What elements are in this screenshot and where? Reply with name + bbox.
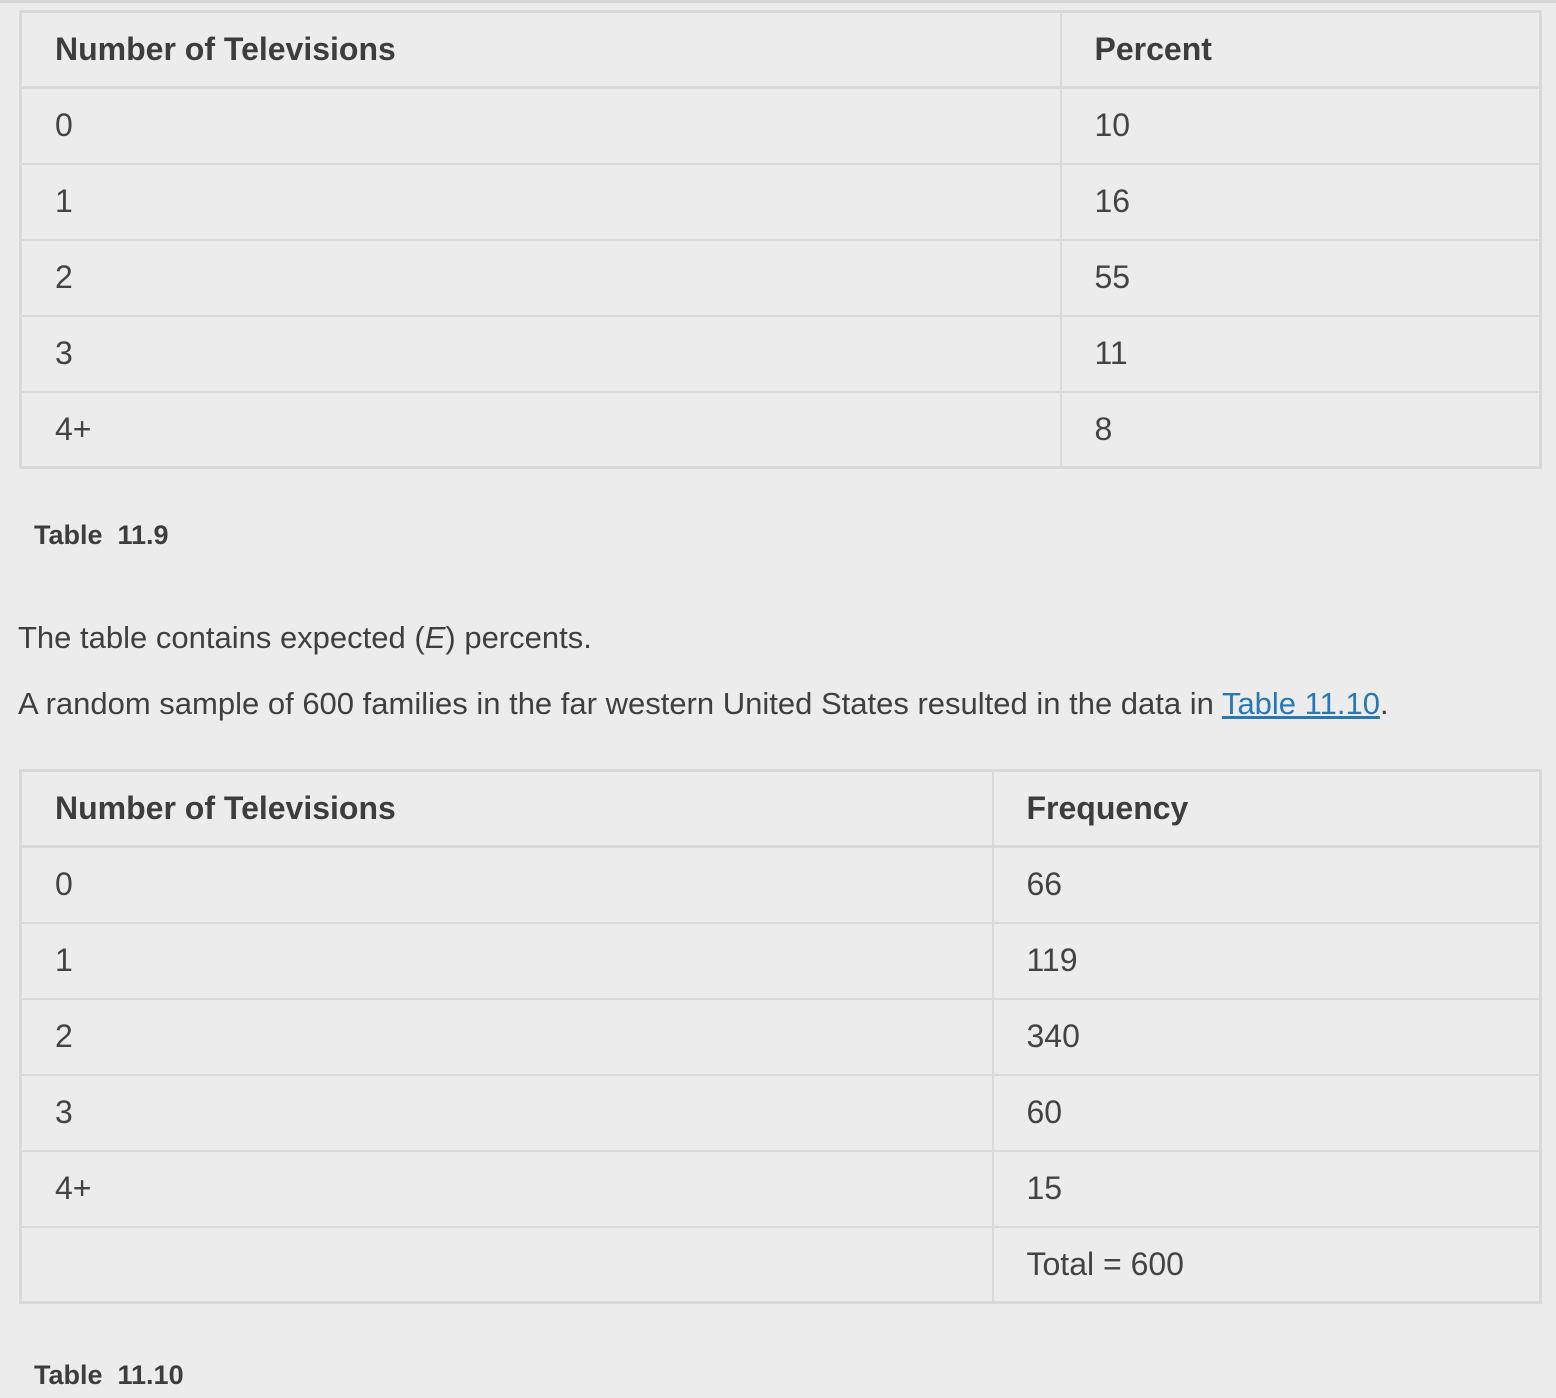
table-row: 4+ 15	[19, 1149, 1542, 1228]
table-cell: 0	[19, 845, 994, 924]
table-header-row: Number of Televisions Percent	[19, 10, 1542, 89]
table-caption: Table 11.9	[34, 520, 169, 550]
table-total-cell: Total = 600	[991, 1225, 1542, 1304]
table-row: 1 119	[19, 921, 1542, 1000]
paragraph-text: The table contains expected (	[18, 620, 425, 655]
paragraph-random-sample: A random sample of 600 families in the f…	[18, 686, 1389, 722]
table-11-10-link[interactable]: Table 11.10	[1222, 686, 1380, 721]
top-divider	[0, 0, 1556, 3]
table-row: 4+ 8	[19, 390, 1542, 469]
table-cell: 66	[991, 845, 1542, 924]
table-total-row: Total = 600	[19, 1225, 1542, 1304]
table-cell: 2	[19, 997, 994, 1076]
table-row: 0 10	[19, 86, 1542, 165]
table-cell: 8	[1059, 390, 1542, 469]
paragraph-expected-percents: The table contains expected (E) percents…	[18, 620, 592, 656]
table-cell: 4+	[19, 1149, 994, 1228]
table-row: 2 55	[19, 238, 1542, 317]
table-cell: 2	[19, 238, 1062, 317]
table-cell: 1	[19, 162, 1062, 241]
table-row: 3 11	[19, 314, 1542, 393]
table-row: 1 16	[19, 162, 1542, 241]
column-header-number-of-televisions: Number of Televisions	[19, 10, 1062, 89]
column-header-frequency: Frequency	[991, 769, 1542, 848]
table-cell: 1	[19, 921, 994, 1000]
paragraph-text: .	[1379, 686, 1389, 721]
table-cell: 11	[1059, 314, 1542, 393]
table-cell	[19, 1225, 994, 1304]
table-row: 3 60	[19, 1073, 1542, 1152]
table-cell: 4+	[19, 390, 1062, 469]
table-cell: 60	[991, 1073, 1542, 1152]
table-cell: 55	[1059, 238, 1542, 317]
paragraph-text: A random sample of 600 families in the f…	[18, 686, 1222, 721]
table-cell: 0	[19, 86, 1062, 165]
table-cell: 16	[1059, 162, 1542, 241]
column-header-percent: Percent	[1059, 10, 1542, 89]
table-header-row: Number of Televisions Frequency	[19, 769, 1542, 848]
table-cell: 15	[991, 1149, 1542, 1228]
table-11-9: Number of Televisions Percent 0 10 1 16 …	[19, 10, 1542, 469]
table-11-10: Number of Televisions Frequency 0 66 1 1…	[19, 769, 1542, 1304]
table-cell: 3	[19, 1073, 994, 1152]
table-cell: 10	[1059, 86, 1542, 165]
column-header-number-of-televisions: Number of Televisions	[19, 769, 994, 848]
table-cell: 340	[991, 997, 1542, 1076]
expected-symbol: E	[424, 620, 446, 655]
table-caption: Table 11.10	[34, 1360, 184, 1390]
table-cell: 3	[19, 314, 1062, 393]
table-row: 0 66	[19, 845, 1542, 924]
table-row: 2 340	[19, 997, 1542, 1076]
paragraph-text: ) percents.	[445, 620, 592, 655]
table-cell: 119	[991, 921, 1542, 1000]
